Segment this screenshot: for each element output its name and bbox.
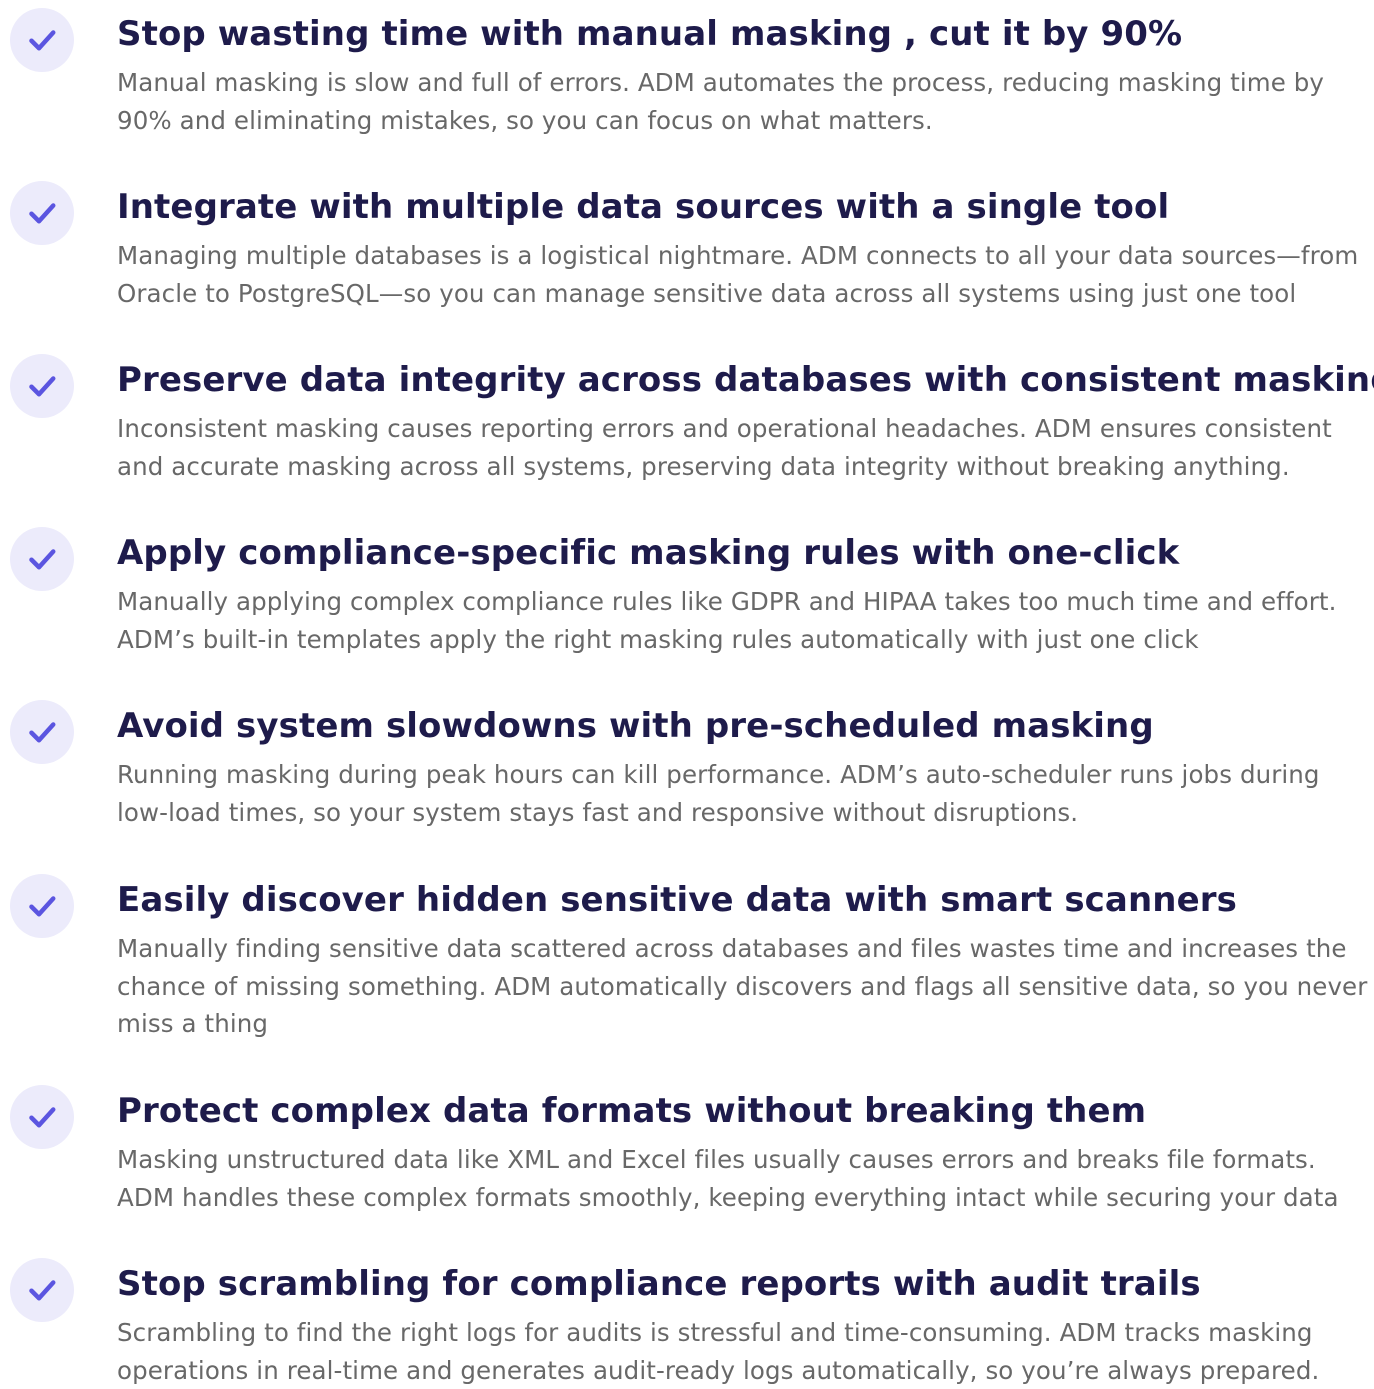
feature-title: Stop scrambling for compliance reports w… bbox=[117, 1264, 1201, 1304]
feature-title: Avoid system slowdowns with pre-schedule… bbox=[117, 706, 1154, 746]
feature-description: Scrambling to find the right logs for au… bbox=[117, 1318, 1320, 1385]
check-icon bbox=[10, 181, 74, 245]
check-icon bbox=[10, 1258, 74, 1322]
feature-description: Inconsistent masking causes reporting er… bbox=[117, 414, 1332, 481]
check-icon bbox=[10, 527, 74, 591]
feature-description: Manually finding sensitive data scattere… bbox=[117, 934, 1368, 1038]
feature-title: Integrate with multiple data sources wit… bbox=[117, 187, 1170, 227]
check-icon bbox=[10, 8, 74, 72]
feature-title: Protect complex data formats without bre… bbox=[117, 1091, 1147, 1131]
check-icon bbox=[10, 874, 74, 938]
feature-title: Preserve data integrity across databases… bbox=[117, 360, 1374, 400]
feature-description: Managing multiple databases is a logisti… bbox=[117, 241, 1359, 308]
feature-title: Apply compliance-specific masking rules … bbox=[117, 533, 1180, 573]
feature-description: Running masking during peak hours can ki… bbox=[117, 760, 1320, 827]
check-icon bbox=[10, 700, 74, 764]
check-icon bbox=[10, 354, 74, 418]
feature-description: Manual masking is slow and full of error… bbox=[117, 68, 1325, 135]
check-icon bbox=[10, 1085, 74, 1149]
feature-title: Stop wasting time with manual masking , … bbox=[117, 14, 1183, 54]
feature-description: Manually applying complex compliance rul… bbox=[117, 587, 1337, 654]
feature-description: Masking unstructured data like XML and E… bbox=[117, 1145, 1339, 1212]
feature-title: Easily discover hidden sensitive data wi… bbox=[117, 880, 1237, 920]
